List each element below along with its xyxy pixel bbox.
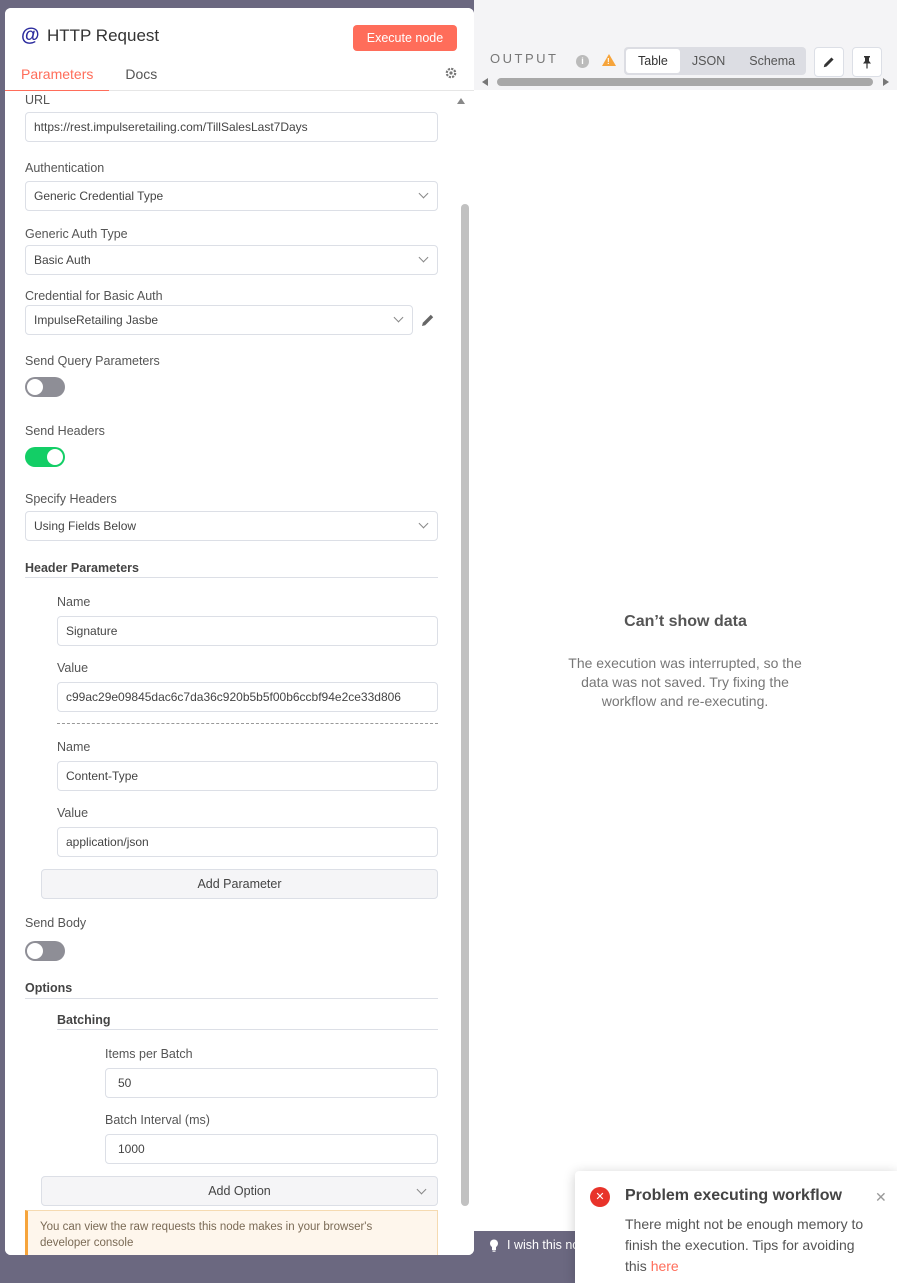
specify-headers-label: Specify Headers bbox=[25, 492, 117, 506]
header-separator bbox=[57, 723, 438, 724]
node-title: @ HTTP Request bbox=[21, 26, 159, 46]
header-name-label: Name bbox=[57, 595, 91, 609]
authentication-label: Authentication bbox=[25, 161, 105, 175]
generic-auth-type-label: Generic Auth Type bbox=[25, 227, 128, 241]
view-json-tab[interactable]: JSON bbox=[680, 49, 737, 73]
generic-auth-type-value: Basic Auth bbox=[34, 253, 91, 267]
toast-message: There might not be enough memory to fini… bbox=[625, 1214, 875, 1277]
info-icon[interactable]: i bbox=[576, 55, 589, 68]
feedback-text: I wish this no bbox=[507, 1238, 580, 1252]
chevron-down-icon bbox=[418, 252, 429, 263]
pencil-icon[interactable] bbox=[420, 312, 436, 328]
raw-request-notice: You can view the raw requests this node … bbox=[25, 1210, 438, 1255]
node-tabs: Parameters Docs bbox=[5, 66, 173, 92]
scrollbar-thumb[interactable] bbox=[461, 204, 469, 1206]
tab-docs[interactable]: Docs bbox=[109, 66, 173, 91]
authentication-select[interactable]: Generic Credential Type bbox=[25, 181, 438, 211]
add-parameter-button[interactable]: Add Parameter bbox=[41, 869, 438, 899]
divider bbox=[25, 998, 438, 999]
batch-interval-label: Batch Interval (ms) bbox=[105, 1113, 210, 1127]
add-option-label: Add Option bbox=[208, 1184, 271, 1198]
send-query-label: Send Query Parameters bbox=[25, 354, 160, 368]
header-name-label: Name bbox=[57, 740, 91, 754]
credential-label: Credential for Basic Auth bbox=[25, 289, 163, 303]
chevron-down-icon bbox=[418, 188, 429, 199]
items-per-batch-label: Items per Batch bbox=[105, 1047, 193, 1061]
scroll-right-arrow[interactable] bbox=[883, 78, 889, 86]
credential-select[interactable]: ImpulseRetailing Jasbe bbox=[25, 305, 413, 335]
pencil-icon bbox=[823, 57, 834, 68]
header-parameters-title: Header Parameters bbox=[25, 561, 139, 575]
output-view-switch: Table JSON Schema bbox=[624, 47, 806, 75]
toast-help-link[interactable]: here bbox=[651, 1258, 679, 1274]
close-icon[interactable]: ✕ bbox=[875, 1189, 887, 1206]
send-body-toggle[interactable] bbox=[25, 941, 65, 961]
toast-title: Problem executing workflow bbox=[625, 1187, 842, 1204]
add-option-select[interactable]: Add Option bbox=[41, 1176, 438, 1206]
edit-output-button[interactable] bbox=[814, 47, 844, 77]
pin-data-button[interactable] bbox=[852, 47, 882, 77]
batch-interval-input[interactable]: 1000 bbox=[105, 1134, 438, 1164]
send-headers-toggle[interactable] bbox=[25, 447, 65, 467]
batching-title: Batching bbox=[57, 1013, 111, 1027]
authentication-value: Generic Credential Type bbox=[34, 189, 164, 203]
chevron-down-icon bbox=[418, 518, 429, 529]
header-value-label: Value bbox=[57, 806, 89, 820]
url-label: URL bbox=[25, 93, 51, 107]
toggle-knob bbox=[47, 449, 63, 465]
send-body-label: Send Body bbox=[25, 916, 87, 930]
warning-mark: ! bbox=[607, 57, 610, 66]
node-title-text[interactable]: HTTP Request bbox=[47, 26, 159, 46]
view-table-tab[interactable]: Table bbox=[626, 49, 680, 73]
empty-state-message: The execution was interrupted, so the da… bbox=[568, 655, 802, 709]
specify-headers-value: Using Fields Below bbox=[34, 519, 137, 533]
chevron-down-icon bbox=[393, 312, 404, 323]
output-label: OUTPUT bbox=[490, 51, 559, 66]
feedback-link[interactable]: I wish this no bbox=[489, 1238, 579, 1252]
header-value-input[interactable]: c99ac29e09845dac6c7da36c920b5b5f00b6ccbf… bbox=[57, 682, 438, 712]
empty-state-title: Can’t show data bbox=[624, 613, 747, 630]
header-name-input[interactable]: Signature bbox=[57, 616, 438, 646]
node-header: @ HTTP Request Execute node Parameters D… bbox=[5, 8, 474, 92]
divider bbox=[25, 577, 438, 578]
parameters-body: URL https://rest.impulseretailing.com/Ti… bbox=[5, 91, 474, 1255]
chevron-down-icon bbox=[416, 1184, 427, 1195]
header-name-input[interactable]: Content-Type bbox=[57, 761, 438, 791]
error-icon: ✕ bbox=[590, 1187, 610, 1207]
generic-auth-type-select[interactable]: Basic Auth bbox=[25, 245, 438, 275]
error-toast: ✕ Problem executing workflow ✕ There mig… bbox=[575, 1171, 897, 1283]
options-title: Options bbox=[25, 981, 73, 995]
scroll-left-arrow[interactable] bbox=[482, 78, 488, 86]
lightbulb-icon bbox=[490, 1239, 498, 1252]
toggle-knob bbox=[27, 943, 43, 959]
specify-headers-select[interactable]: Using Fields Below bbox=[25, 511, 438, 541]
execute-node-button[interactable]: Execute node bbox=[353, 25, 457, 51]
at-icon: @ bbox=[21, 25, 40, 46]
gear-icon[interactable] bbox=[444, 66, 458, 80]
url-input[interactable]: https://rest.impulseretailing.com/TillSa… bbox=[25, 112, 438, 142]
horizontal-scrollbar[interactable] bbox=[497, 78, 873, 86]
credential-value: ImpulseRetailing Jasbe bbox=[34, 313, 159, 327]
node-settings-panel: @ HTTP Request Execute node Parameters D… bbox=[5, 8, 474, 1255]
header-value-input[interactable]: application/json bbox=[57, 827, 438, 857]
header-value-label: Value bbox=[57, 661, 89, 675]
items-per-batch-input[interactable]: 50 bbox=[105, 1068, 438, 1098]
send-query-toggle[interactable] bbox=[25, 377, 65, 397]
divider bbox=[57, 1029, 438, 1030]
send-headers-label: Send Headers bbox=[25, 424, 105, 438]
scroll-up-arrow[interactable] bbox=[457, 98, 465, 104]
pin-icon bbox=[863, 56, 871, 69]
toggle-knob bbox=[27, 379, 43, 395]
view-schema-tab[interactable]: Schema bbox=[737, 49, 807, 73]
tab-parameters[interactable]: Parameters bbox=[5, 66, 110, 92]
